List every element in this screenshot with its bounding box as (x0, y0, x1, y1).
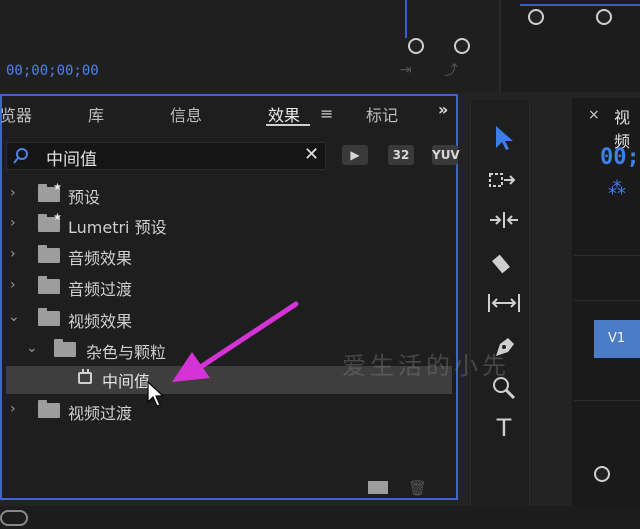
status-bar (0, 506, 640, 529)
razor-tool-icon[interactable] (490, 250, 518, 276)
track-divider (574, 300, 640, 301)
track-divider (574, 400, 640, 401)
tree-item-label: 视频效果 (68, 312, 133, 331)
tree-item-label: 预设 (68, 188, 101, 207)
new-bin-icon[interactable] (368, 481, 388, 494)
folder-icon (38, 276, 60, 294)
folder-icon (38, 400, 60, 418)
timeline-timecode[interactable]: 00;0 (600, 145, 640, 170)
tree-item-label: 音频效果 (68, 249, 133, 268)
status-toggle-icon[interactable] (0, 510, 28, 526)
ripple-edit-tool-icon[interactable] (488, 210, 520, 230)
export-frame-icon[interactable]: ⤴ (444, 60, 458, 80)
selection-tool-icon[interactable] (492, 124, 516, 152)
tree-item-label: 音频过渡 (68, 280, 133, 299)
chevron-right-icon[interactable]: › (10, 215, 16, 231)
search-input-value: 中间值 (46, 150, 97, 170)
source-timecode[interactable]: 00;00;00;00 (6, 63, 99, 79)
range-handle-left[interactable] (408, 38, 424, 54)
mouse-cursor-icon (147, 380, 165, 407)
close-icon[interactable]: × (588, 107, 600, 123)
track-select-tool-icon[interactable] (488, 170, 518, 190)
active-tab-indicator (266, 124, 310, 126)
type-tool-icon[interactable]: T (484, 414, 524, 442)
32-bit-filter-icon[interactable]: 32 (388, 145, 414, 165)
timeline-zoom-handle-left[interactable] (528, 9, 544, 25)
snap-icon[interactable]: ⁂ (608, 178, 626, 199)
timeline-top-area (500, 0, 640, 92)
folder-icon (38, 308, 60, 326)
timeline-ruler-line (520, 4, 640, 6)
panel-menu-icon[interactable]: ≡ (320, 104, 333, 123)
chevron-right-icon[interactable]: › (10, 185, 16, 201)
watermark: 爱生活的小先 (342, 352, 510, 380)
chevron-right-icon[interactable]: › (10, 401, 16, 417)
insert-icon[interactable]: ⇥ (400, 62, 412, 78)
tab-info[interactable]: 信息 (170, 102, 202, 126)
folder-icon (38, 245, 60, 263)
chevron-down-icon[interactable]: ⌄ (26, 340, 38, 356)
trash-icon[interactable]: 🗑 (408, 479, 427, 497)
double-chevron-right-icon[interactable]: » (438, 100, 448, 119)
tree-item-label: 杂色与颗粒 (86, 343, 167, 362)
tab-markers[interactable]: 标记 (366, 102, 398, 126)
tree-item-label: 中间值 (102, 372, 151, 391)
search-icon (13, 148, 28, 164)
tab-libraries[interactable]: 库 (88, 102, 104, 126)
chevron-right-icon[interactable]: › (10, 246, 16, 262)
clear-search-icon[interactable]: ✕ (304, 144, 319, 165)
tree-item-label: Lumetri 预设 (68, 218, 167, 237)
timeline-zoom-handle-right[interactable] (596, 9, 612, 25)
accelerated-effects-icon[interactable]: ▶ (342, 145, 368, 165)
tab-effects[interactable]: 效果 (268, 102, 300, 126)
range-handle-right[interactable] (454, 38, 470, 54)
track-v1-header[interactable]: V1 (594, 320, 640, 358)
chevron-right-icon[interactable]: › (10, 277, 16, 293)
timeline-scroll-handle[interactable] (594, 466, 610, 482)
folder-icon (54, 339, 76, 357)
effect-icon (78, 369, 92, 384)
preset-folder-icon: ★ (38, 182, 62, 202)
yuv-filter-icon[interactable]: YUV (432, 145, 460, 165)
chevron-down-icon[interactable]: ⌄ (8, 309, 20, 325)
track-divider (574, 255, 640, 256)
tree-item-label: 视频过渡 (68, 404, 133, 423)
preset-folder-icon: ★ (38, 212, 62, 232)
tab-browser[interactable]: 览器 (0, 102, 32, 126)
playhead-line (405, 0, 407, 38)
slip-tool-icon[interactable] (486, 292, 522, 314)
